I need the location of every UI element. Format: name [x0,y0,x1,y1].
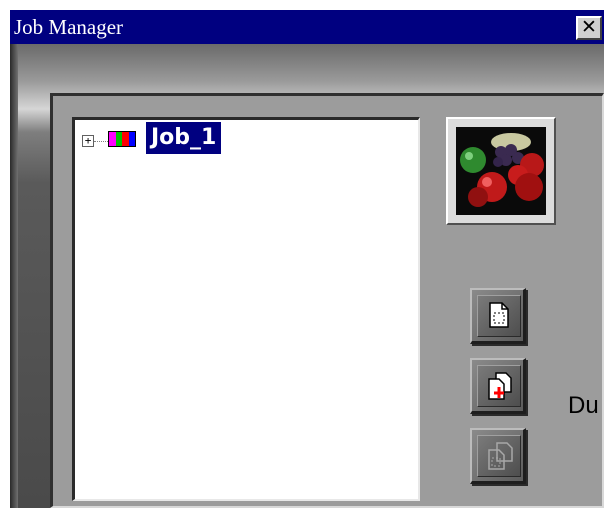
close-button[interactable]: ✕ [576,16,602,40]
preview-thumbnail [446,117,556,225]
fruit-image [456,127,546,215]
add-page-icon [488,372,512,400]
job-tree-view[interactable] [72,117,420,501]
title-bar[interactable]: Job Manager ✕ [10,10,604,44]
tree-connector [94,141,108,142]
copy-page-button[interactable] [470,428,526,484]
new-page-button[interactable] [470,288,526,344]
copy-page-icon [488,442,513,470]
tree-item-job-1[interactable]: Job_1 [146,122,222,154]
new-page-icon [489,302,509,328]
frame-edge [10,44,18,508]
color-bars-icon [108,131,136,147]
expand-icon[interactable]: + [82,135,94,147]
truncated-label: Du [568,392,599,419]
window-title: Job Manager [14,15,124,39]
add-page-button[interactable] [470,358,526,414]
